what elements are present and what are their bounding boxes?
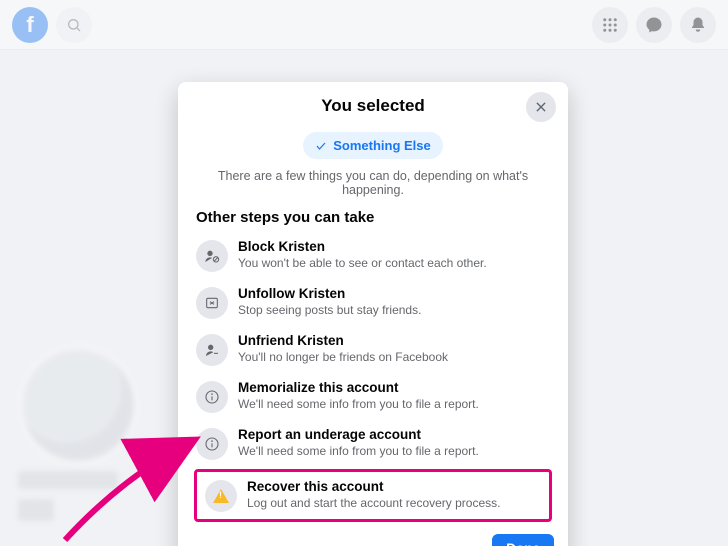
you-selected-modal: You selected Something Else There are a … [178, 82, 568, 546]
warning-icon [205, 480, 237, 512]
highlighted-option-frame: Recover this account Log out and start t… [194, 469, 552, 522]
modal-footer: Done [178, 522, 568, 546]
close-button[interactable] [526, 92, 556, 122]
option-subtitle: We'll need some info from you to file a … [238, 444, 479, 460]
unfriend-icon [196, 334, 228, 366]
option-list: Block Kristen You won't be able to see o… [178, 232, 568, 522]
info-icon [196, 428, 228, 460]
modal-header: You selected [178, 96, 568, 126]
selected-reason-chip[interactable]: Something Else [303, 132, 443, 159]
option-subtitle: We'll need some info from you to file a … [238, 397, 479, 413]
option-title: Report an underage account [238, 427, 479, 444]
section-title: Other steps you can take [178, 209, 568, 232]
option-title: Unfollow Kristen [238, 286, 421, 303]
option-recover-account[interactable]: Recover this account Log out and start t… [199, 476, 547, 515]
option-subtitle: You won't be able to see or contact each… [238, 256, 487, 272]
option-memorialize[interactable]: Memorialize this account We'll need some… [188, 373, 558, 420]
option-title: Unfriend Kristen [238, 333, 448, 350]
option-report-underage[interactable]: Report an underage account We'll need so… [188, 420, 558, 467]
option-block[interactable]: Block Kristen You won't be able to see o… [188, 232, 558, 279]
close-icon [534, 100, 548, 114]
block-icon [196, 240, 228, 272]
option-subtitle: Log out and start the account recovery p… [247, 496, 500, 512]
option-subtitle: You'll no longer be friends on Facebook [238, 350, 448, 366]
selected-reason-row: Something Else [178, 126, 568, 169]
option-unfriend[interactable]: Unfriend Kristen You'll no longer be fri… [188, 326, 558, 373]
option-subtitle: Stop seeing posts but stay friends. [238, 303, 421, 319]
done-button[interactable]: Done [492, 534, 554, 546]
option-title: Memorialize this account [238, 380, 479, 397]
info-icon [196, 381, 228, 413]
modal-title: You selected [194, 96, 552, 116]
chip-label: Something Else [333, 138, 431, 153]
option-title: Recover this account [247, 479, 500, 496]
option-title: Block Kristen [238, 239, 487, 256]
helper-text: There are a few things you can do, depen… [178, 169, 568, 209]
unfollow-icon [196, 287, 228, 319]
option-unfollow[interactable]: Unfollow Kristen Stop seeing posts but s… [188, 279, 558, 326]
check-icon [315, 140, 327, 152]
